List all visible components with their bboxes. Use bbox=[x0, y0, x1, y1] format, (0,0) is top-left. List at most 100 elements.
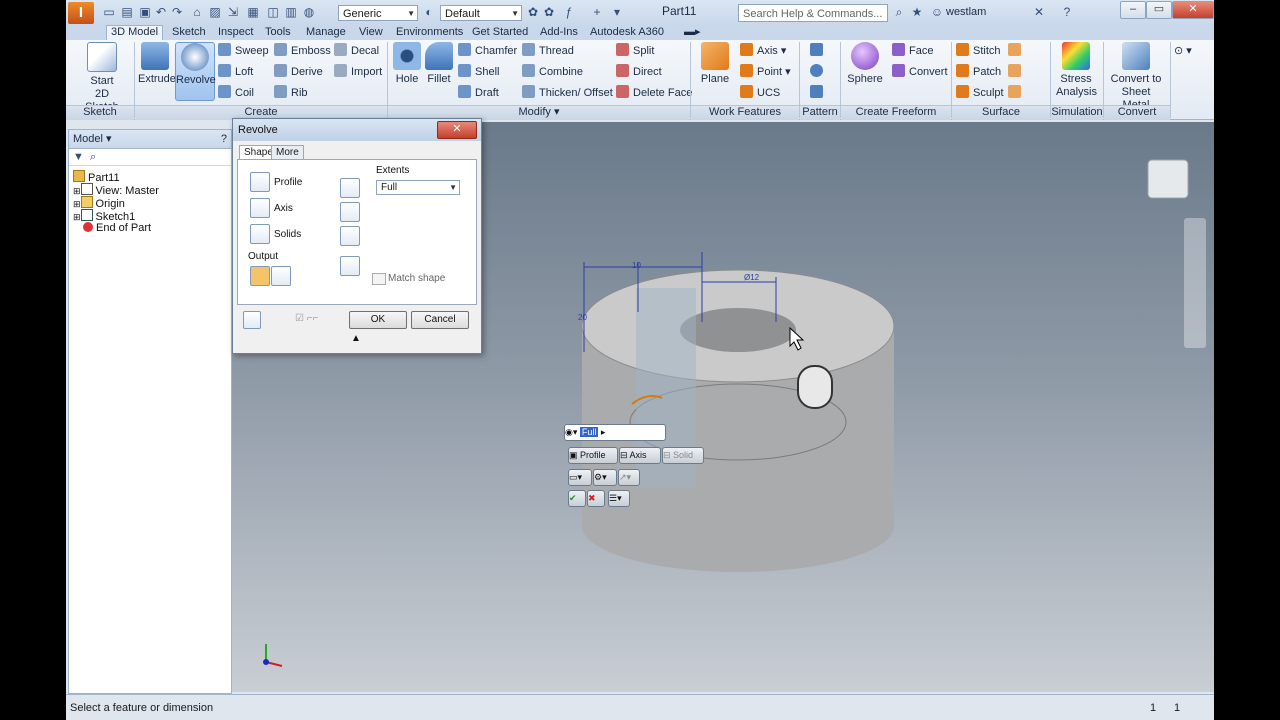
shell-button[interactable]: Shell bbox=[458, 64, 499, 80]
thread-button[interactable]: Thread bbox=[522, 43, 574, 59]
close-window-button[interactable]: ✕ bbox=[1172, 1, 1214, 19]
sweep-button[interactable]: Sweep bbox=[218, 43, 269, 59]
circular-pattern-icon[interactable] bbox=[810, 64, 827, 80]
rib-button[interactable]: Rib bbox=[274, 85, 308, 101]
username[interactable]: westlam bbox=[946, 6, 986, 18]
output-solid-button[interactable] bbox=[250, 266, 270, 286]
style-combo[interactable]: Generic ▼ bbox=[338, 5, 418, 21]
fx-icon[interactable]: ƒ bbox=[562, 5, 576, 19]
extrude-button[interactable]: Extrude bbox=[138, 42, 176, 86]
axis-select-button[interactable] bbox=[250, 198, 270, 218]
minitoolbar-options-icon[interactable]: ☰▾ bbox=[608, 490, 630, 507]
undo-icon[interactable]: ↶ bbox=[154, 5, 168, 19]
tree-item-origin[interactable]: ⊞ Origin bbox=[73, 196, 125, 210]
minitoolbar-axis-button[interactable]: ⊟ Axis bbox=[619, 447, 661, 464]
minitoolbar-output-icon[interactable]: ▭▾ bbox=[568, 469, 592, 486]
split-button[interactable]: Split bbox=[616, 43, 654, 59]
minitoolbar-ok-icon[interactable]: ✔ bbox=[568, 490, 586, 507]
new-icon[interactable]: ▭ bbox=[102, 5, 116, 19]
match-shape-checkbox[interactable] bbox=[372, 273, 386, 285]
minitoolbar-solid-button[interactable]: ⊟ Solid bbox=[662, 447, 704, 464]
point-button[interactable]: Point ▾ bbox=[740, 64, 791, 80]
adjust-icon[interactable]: ✿ bbox=[542, 5, 556, 19]
rectangular-pattern-icon[interactable] bbox=[810, 43, 827, 59]
clear-appearance-icon[interactable]: ✿ bbox=[526, 5, 540, 19]
tab-sketch[interactable]: Sketch bbox=[172, 26, 206, 40]
search-go-icon[interactable]: ⌕ bbox=[892, 5, 906, 19]
chamfer-button[interactable]: Chamfer bbox=[458, 43, 517, 59]
tab-3d-model[interactable]: 3D Model bbox=[106, 25, 164, 41]
extents-select[interactable]: Full ▼ bbox=[376, 180, 460, 195]
minitoolbar-extents[interactable]: ◉▾ Full ▸ bbox=[564, 424, 666, 441]
measure-icon[interactable]: ▦ bbox=[246, 5, 260, 19]
derive-button[interactable]: Derive bbox=[274, 64, 323, 80]
redo-icon[interactable]: ↷ bbox=[170, 5, 184, 19]
mirror-icon[interactable] bbox=[810, 85, 827, 101]
add-icon[interactable]: + bbox=[590, 5, 604, 19]
minitoolbar-operation-icon[interactable]: ⚙▾ bbox=[593, 469, 617, 486]
tab-get-started[interactable]: Get Started bbox=[472, 26, 528, 40]
appearance-combo[interactable]: Default ▼ bbox=[440, 5, 522, 21]
preview-checkbox[interactable]: ☑ ⌐⌐ bbox=[295, 313, 318, 324]
tab-inspect[interactable]: Inspect bbox=[218, 26, 253, 40]
join-button[interactable] bbox=[340, 178, 360, 198]
minitoolbar-cancel-icon[interactable]: ✖ bbox=[587, 490, 605, 507]
sphere-button[interactable]: Sphere bbox=[846, 42, 884, 86]
import-button[interactable]: Import bbox=[334, 64, 382, 80]
tab-view[interactable]: View bbox=[359, 26, 383, 40]
open-icon[interactable]: ▤ bbox=[120, 5, 134, 19]
patch-button[interactable]: Patch bbox=[956, 64, 1001, 80]
tree-item-end-of-part[interactable]: End of Part bbox=[83, 222, 151, 235]
draft-button[interactable]: Draft bbox=[458, 85, 499, 101]
tab-tools[interactable]: Tools bbox=[265, 26, 291, 40]
new-solid-button[interactable] bbox=[340, 256, 360, 276]
trim-icon[interactable] bbox=[1008, 64, 1025, 80]
face-button[interactable]: Face bbox=[892, 43, 933, 59]
replace-face-icon[interactable] bbox=[1008, 85, 1025, 101]
update-icon[interactable]: ▨ bbox=[208, 5, 222, 19]
navigation-bar[interactable] bbox=[1184, 218, 1206, 348]
minimize-button[interactable]: – bbox=[1120, 1, 1146, 19]
fillet-button[interactable]: Fillet bbox=[424, 42, 454, 86]
direct-button[interactable]: Direct bbox=[616, 64, 662, 80]
more-icon[interactable]: ▾ bbox=[610, 5, 624, 19]
solids-select-button[interactable] bbox=[250, 224, 270, 244]
ucs-button[interactable]: UCS bbox=[740, 85, 780, 101]
intersect-button[interactable] bbox=[340, 226, 360, 246]
coil-button[interactable]: Coil bbox=[218, 85, 254, 101]
sculpt-button[interactable]: Sculpt bbox=[956, 85, 1004, 101]
material-icon[interactable]: ◍ bbox=[302, 5, 316, 19]
loft-button[interactable]: Loft bbox=[218, 64, 253, 80]
maximize-button[interactable]: ▭ bbox=[1146, 1, 1172, 19]
plane-button[interactable]: Plane bbox=[696, 42, 734, 86]
tab-add-ins[interactable]: Add-Ins bbox=[540, 26, 578, 40]
cut-button[interactable] bbox=[340, 202, 360, 222]
parameters-icon[interactable]: ▥ bbox=[284, 5, 298, 19]
axis-button[interactable]: Axis ▾ bbox=[740, 43, 786, 59]
tree-item-view[interactable]: ⊞ View: Master bbox=[73, 183, 159, 197]
extend-icon[interactable] bbox=[1008, 43, 1025, 59]
color-icon[interactable]: ◫ bbox=[266, 5, 280, 19]
thicken-offset-button[interactable]: Thicken/ Offset bbox=[522, 85, 613, 101]
delete-face-button[interactable]: Delete Face bbox=[616, 85, 692, 101]
stress-analysis-button[interactable]: Stress Analysis bbox=[1056, 42, 1097, 99]
output-surface-button[interactable] bbox=[271, 266, 291, 286]
start-2d-sketch-button[interactable]: Start 2D Sketch bbox=[80, 42, 124, 114]
minitoolbar-direction-icon[interactable]: ↗▾ bbox=[618, 469, 640, 486]
app-logo-button[interactable]: I bbox=[68, 2, 94, 24]
find-icon[interactable]: ⌕ bbox=[90, 151, 96, 163]
tree-item-part[interactable]: Part11 bbox=[73, 170, 120, 184]
ribbon-more-icon[interactable]: ⊙ ▾ bbox=[1174, 43, 1192, 59]
ok-button[interactable]: OK bbox=[349, 311, 407, 329]
dialog-expand-icon[interactable]: ▲ bbox=[351, 333, 361, 344]
cancel-button[interactable]: Cancel bbox=[411, 311, 469, 329]
tab-manage[interactable]: Manage bbox=[306, 26, 346, 40]
tab-autodesk-a360[interactable]: Autodesk A360 bbox=[590, 26, 664, 40]
save-icon[interactable]: ▣ bbox=[138, 5, 152, 19]
minitoolbar-profile-button[interactable]: ▣ Profile bbox=[568, 447, 618, 464]
browser-help-icon[interactable]: ? bbox=[221, 130, 227, 148]
ribbon-options-icon[interactable]: ▬▸ bbox=[684, 26, 701, 40]
hole-button[interactable]: Hole bbox=[392, 42, 422, 86]
help-icon[interactable]: ? bbox=[1060, 5, 1074, 19]
dialog-help-icon[interactable] bbox=[243, 311, 261, 329]
